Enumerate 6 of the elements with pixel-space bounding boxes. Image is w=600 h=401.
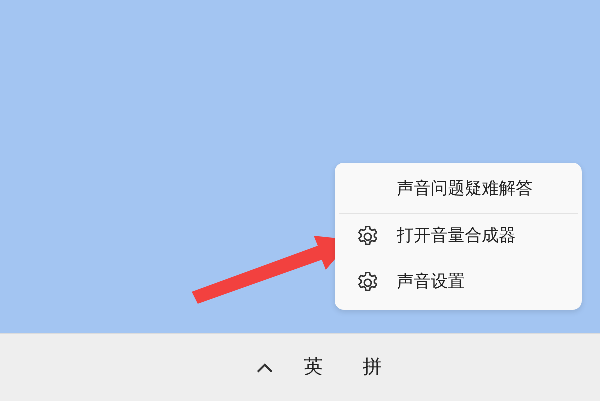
menu-item[interactable]: 声音问题疑难解答 <box>335 167 582 213</box>
input-method-button[interactable]: 拼 <box>357 353 388 382</box>
menu-item[interactable]: 打开音量合成器 <box>335 214 582 260</box>
input-method-button[interactable]: 英 <box>298 353 329 382</box>
menu-item[interactable]: 声音设置 <box>335 260 582 306</box>
chevron-up-icon[interactable] <box>256 362 274 374</box>
